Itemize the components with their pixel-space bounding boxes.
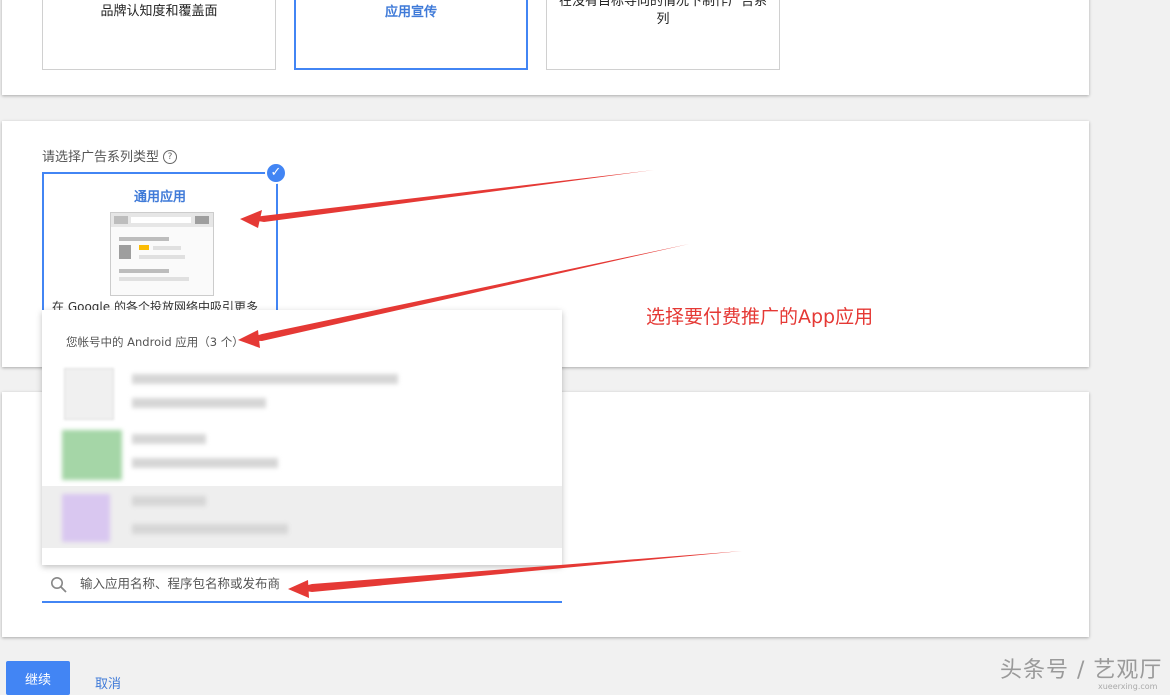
watermark: 头条号 / 艺观厅 [1000,658,1163,683]
app-illustration [110,212,214,296]
goal-option-no-goal[interactable]: 在没有目标导向的情况下制作广告系列 [546,0,780,70]
app-dropdown: 您帐号中的 Android 应用（3 个） [42,310,562,565]
app-name-redacted [132,374,398,384]
app-list-item[interactable] [42,424,562,486]
annotation-text: 选择要付费推广的App应用 [646,306,874,328]
app-dropdown-header: 您帐号中的 Android 应用（3 个） [66,335,244,349]
app-package-redacted [132,458,278,468]
app-illustration-graphic [111,213,213,281]
campaign-type-label: 请选择广告系列类型? [42,146,178,165]
goal-option-brand[interactable]: 品牌认知度和覆盖面 [42,0,276,70]
help-circle-icon[interactable]: ? [163,150,178,164]
app-name-redacted [132,496,206,506]
goal-option-app-promotion[interactable]: 应用宣传 [294,0,528,70]
goal-label: 应用宣传 [384,5,437,20]
campaign-type-title: 通用应用 [133,190,186,205]
check-icon: ✓ [265,162,287,184]
campaign-type-universal-app[interactable]: 通用应用 在 Google 的各个投放网络中吸引更多 [42,172,278,322]
app-icon [62,430,122,480]
app-icon [62,494,110,542]
app-name-redacted [132,434,206,444]
search-icon [51,577,67,593]
app-list-item[interactable] [42,486,562,548]
continue-button[interactable]: 继续 [6,661,70,695]
cancel-button[interactable]: 取消 [95,673,121,692]
app-search-field [42,570,562,603]
app-list-item[interactable] [42,360,562,422]
app-package-redacted [132,398,266,408]
goal-label: 在没有目标导向的情况下制作广告系列 [558,0,767,27]
watermark-sub: xueerxing.com [1098,682,1158,691]
app-package-redacted [132,524,288,534]
app-icon [64,368,114,420]
goal-label: 品牌认知度和覆盖面 [100,4,218,19]
app-search-input[interactable] [80,576,540,591]
